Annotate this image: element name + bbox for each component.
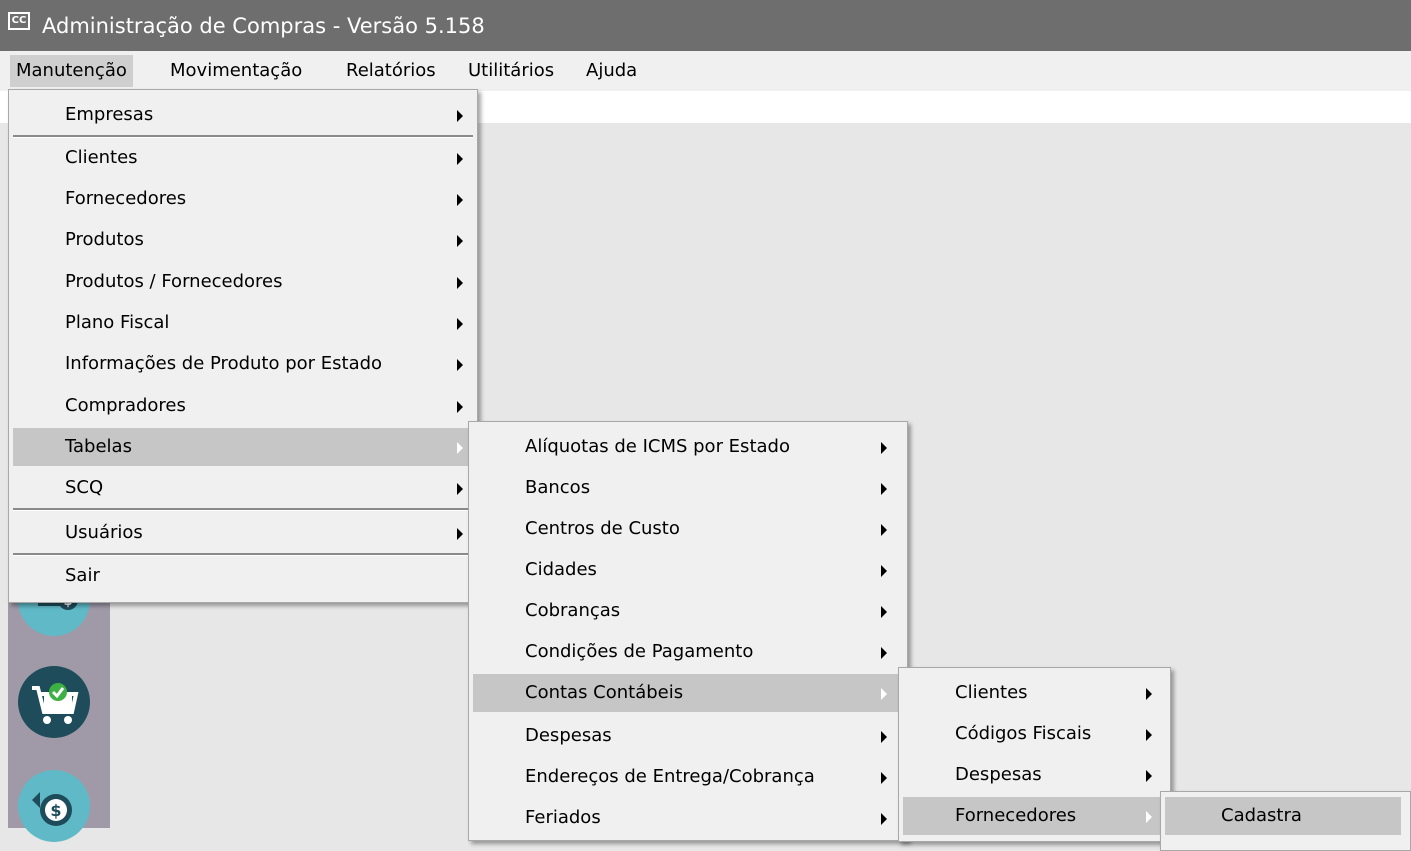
submenu-arrow-icon [457,401,463,413]
manutencao-dropdown: Empresas Clientes Fornecedores Produtos … [8,89,478,603]
menu-item-label: SCQ [65,477,104,498]
submenu-arrow-icon [457,483,463,495]
menu-item-bancos[interactable]: Bancos [473,469,903,507]
contas-contabeis-submenu: Clientes Códigos Fiscais Despesas Fornec… [898,667,1171,842]
menu-item-label: Sair [65,565,100,586]
menu-manutencao[interactable]: Manutenção [10,55,133,87]
menu-item-usuarios[interactable]: Usuários [13,514,473,552]
submenu-arrow-icon [881,688,887,700]
submenu-arrow-icon [457,110,463,122]
menu-item-label: Alíquotas de ICMS por Estado [525,436,790,457]
menu-relatorios[interactable]: Relatórios [340,55,442,87]
menu-ajuda[interactable]: Ajuda [580,55,643,87]
menu-item-scq[interactable]: SCQ [13,469,473,507]
menu-item-info-produto-estado[interactable]: Informações de Produto por Estado [13,345,473,383]
menu-item-label: Fornecedores [65,188,187,209]
menu-item-label: Bancos [525,477,591,498]
svg-text:$: $ [50,801,61,820]
menu-item-cobrancas[interactable]: Cobranças [473,592,903,630]
menu-utilitarios[interactable]: Utilitários [462,55,560,87]
app-icon: CC [8,12,30,30]
menu-item-codigos-fiscais[interactable]: Códigos Fiscais [903,715,1166,753]
menu-item-label: Despesas [955,764,1042,785]
window-title: Administração de Compras - Versão 5.158 [42,14,485,38]
menu-item-label: Centros de Custo [525,518,680,539]
submenu-arrow-icon [881,442,887,454]
menu-item-label: Clientes [955,682,1028,703]
submenu-arrow-icon [457,318,463,330]
submenu-arrow-icon [881,647,887,659]
dollar-refresh-icon[interactable]: $ [18,770,90,842]
menu-item-label: Cobranças [525,600,621,621]
menu-item-cidades[interactable]: Cidades [473,551,903,589]
shortcut-toolbar: $ $ [8,564,110,842]
submenu-arrow-icon [457,528,463,540]
menu-item-label: Endereços de Entrega/Cobrança [525,766,815,787]
menu-separator [13,553,473,556]
menu-item-label: Clientes [65,147,138,168]
menu-item-plano-fiscal[interactable]: Plano Fiscal [13,304,473,342]
menu-item-label: Códigos Fiscais [955,723,1092,744]
menu-item-contas-fornecedores[interactable]: Fornecedores [903,797,1166,835]
menu-item-fornecedores[interactable]: Fornecedores [13,180,473,218]
menu-item-label: Feriados [525,807,601,828]
submenu-arrow-icon [881,565,887,577]
submenu-arrow-icon [881,813,887,825]
menu-item-label: Produtos [65,229,144,250]
menu-item-sair[interactable]: Sair [13,557,473,595]
submenu-arrow-icon [457,194,463,206]
submenu-arrow-icon [881,606,887,618]
menu-item-label: Cadastra [1221,805,1302,826]
menu-item-label: Usuários [65,522,143,543]
submenu-arrow-icon [881,524,887,536]
menu-item-aliquotas-icms[interactable]: Alíquotas de ICMS por Estado [473,428,903,466]
menu-separator [13,135,473,138]
submenu-arrow-icon [457,277,463,289]
menu-item-label: Informações de Produto por Estado [65,353,383,374]
menu-item-empresas[interactable]: Empresas [13,96,473,134]
submenu-arrow-icon [1146,729,1152,741]
menu-item-centros-custo[interactable]: Centros de Custo [473,510,903,548]
menu-item-tabelas[interactable]: Tabelas [13,428,473,466]
menu-item-contas-contabeis[interactable]: Contas Contábeis [473,674,903,712]
menu-item-label: Plano Fiscal [65,312,170,333]
menu-item-label: Fornecedores [955,805,1077,826]
menu-item-label: Contas Contábeis [525,682,684,703]
submenu-arrow-icon [881,731,887,743]
menu-separator [13,508,473,511]
fornecedores-submenu: Cadastra [1160,791,1411,851]
tabelas-submenu: Alíquotas de ICMS por Estado Bancos Cent… [468,421,908,841]
menu-item-label: Produtos / Fornecedores [65,271,283,292]
submenu-arrow-icon [1146,688,1152,700]
menu-item-contas-clientes[interactable]: Clientes [903,674,1166,712]
menu-item-feriados[interactable]: Feriados [473,799,903,837]
menu-item-label: Tabelas [65,436,132,457]
menu-item-label: Cidades [525,559,597,580]
submenu-arrow-icon [457,442,463,454]
submenu-arrow-icon [881,772,887,784]
menu-item-contas-despesas[interactable]: Despesas [903,756,1166,794]
menu-item-clientes[interactable]: Clientes [13,139,473,177]
menu-item-label: Condições de Pagamento [525,641,754,662]
menu-item-cadastra[interactable]: Cadastra [1165,797,1401,835]
menu-item-label: Compradores [65,395,186,416]
cart-check-icon[interactable] [18,666,90,738]
submenu-arrow-icon [881,483,887,495]
submenu-arrow-icon [1146,770,1152,782]
submenu-arrow-icon [1146,811,1152,823]
menu-item-despesas[interactable]: Despesas [473,717,903,755]
title-bar: CC Administração de Compras - Versão 5.1… [0,0,1411,51]
submenu-arrow-icon [457,235,463,247]
menu-item-label: Despesas [525,725,612,746]
menu-bar: Manutenção Movimentação Relatórios Utili… [0,51,1411,91]
menu-item-compradores[interactable]: Compradores [13,387,473,425]
menu-item-condicoes-pagamento[interactable]: Condições de Pagamento [473,633,903,671]
submenu-arrow-icon [457,359,463,371]
menu-item-produtos[interactable]: Produtos [13,221,473,259]
menu-item-produtos-fornecedores[interactable]: Produtos / Fornecedores [13,263,473,301]
menu-item-enderecos-entrega[interactable]: Endereços de Entrega/Cobrança [473,758,903,796]
menu-item-label: Empresas [65,104,154,125]
submenu-arrow-icon [457,153,463,165]
menu-movimentacao[interactable]: Movimentação [164,55,308,87]
